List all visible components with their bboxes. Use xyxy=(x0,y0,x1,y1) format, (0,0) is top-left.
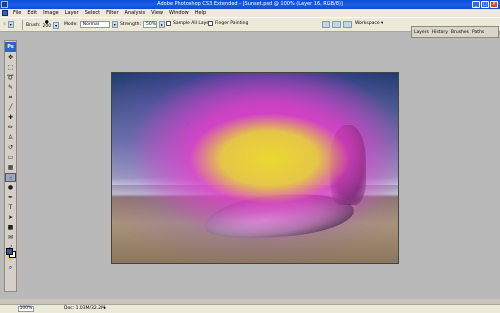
zoom-tool-icon[interactable]: ⌕ xyxy=(5,263,16,272)
document-size: Doc: 1.03M/32.2M xyxy=(64,306,105,311)
toolbox: Ps ✥ ⬚ ➰ ✎ ⌗ ╱ ✚ ✏ ♙ ↺ ▭ ▦ ☝ ● ✒ T ➤ ■ ✉… xyxy=(4,40,17,292)
close-button[interactable]: × xyxy=(490,1,498,8)
move-tool-icon[interactable]: ✥ xyxy=(5,53,16,62)
history-brush-tool-icon[interactable]: ↺ xyxy=(5,143,16,152)
menu-analysis[interactable]: Analysis xyxy=(125,9,146,17)
marquee-tool-icon[interactable]: ⬚ xyxy=(5,63,16,72)
healing-tool-icon[interactable]: ✚ xyxy=(5,113,16,122)
mode-select[interactable]: Normal xyxy=(79,21,110,28)
smudge-tool-preset-icon[interactable]: ☝ xyxy=(3,22,6,27)
crop-tool-icon[interactable]: ⌗ xyxy=(5,93,16,102)
dodge-tool-icon[interactable]: ● xyxy=(5,183,16,192)
zoom-level-field[interactable]: 100% xyxy=(18,306,34,312)
sample-all-layers-checkbox[interactable] xyxy=(166,21,171,26)
type-tool-icon[interactable]: T xyxy=(5,203,16,212)
document-canvas[interactable]: ⌄ xyxy=(111,72,399,264)
foreground-color-swatch[interactable] xyxy=(6,248,13,255)
tab-paths[interactable]: Paths xyxy=(472,30,484,35)
minimize-button[interactable]: _ xyxy=(472,1,480,8)
toggle-palettes-icon[interactable] xyxy=(343,21,352,28)
menu-window[interactable]: Window xyxy=(169,9,189,17)
tablet-pressure-icon[interactable] xyxy=(322,21,330,28)
menu-edit[interactable]: Edit xyxy=(27,9,37,17)
tab-layers[interactable]: Layers xyxy=(414,30,429,35)
bird-image: ⌄ xyxy=(186,121,191,127)
window-title: Adobe Photoshop CS3 Extended - [Sunset.p… xyxy=(157,1,343,7)
menu-view[interactable]: View xyxy=(151,9,163,17)
maximize-button[interactable]: □ xyxy=(481,1,489,8)
workspace-menu[interactable]: Workspace ▾ xyxy=(355,21,383,26)
panel-well: Layers History Brushes Paths xyxy=(411,26,499,38)
strength-label: Strength: xyxy=(120,22,141,27)
brush-picker-dropdown[interactable]: ▾ xyxy=(53,21,60,29)
stamp-tool-icon[interactable]: ♙ xyxy=(5,133,16,142)
tab-brushes[interactable]: Brushes xyxy=(451,30,469,35)
menu-bar: File Edit Image Layer Select Filter Anal… xyxy=(0,9,500,17)
strength-slider-arrow[interactable]: ▸ xyxy=(158,21,165,28)
lasso-tool-icon[interactable]: ➰ xyxy=(5,73,16,82)
menu-file[interactable]: File xyxy=(13,9,21,17)
slice-tool-icon[interactable]: ╱ xyxy=(5,103,16,112)
menu-help[interactable]: Help xyxy=(195,9,206,17)
menu-layer[interactable]: Layer xyxy=(65,9,79,17)
mode-label: Mode: xyxy=(64,22,78,27)
shape-tool-icon[interactable]: ■ xyxy=(5,223,16,232)
chevron-down-icon[interactable]: ▾ xyxy=(7,21,14,28)
path-select-tool-icon[interactable]: ➤ xyxy=(5,213,16,222)
quick-select-tool-icon[interactable]: ✎ xyxy=(5,83,16,92)
brush-tool-icon[interactable]: ✏ xyxy=(5,123,16,132)
separator xyxy=(22,20,23,30)
menu-filter[interactable]: Filter xyxy=(106,9,118,17)
status-menu-arrow-icon[interactable]: ▸ xyxy=(104,305,106,313)
toolbox-ps-logo: Ps xyxy=(5,42,16,52)
menu-image[interactable]: Image xyxy=(43,9,59,17)
tab-history[interactable]: History xyxy=(432,30,448,35)
ps-logo-icon xyxy=(2,10,8,16)
finger-painting-checkbox[interactable] xyxy=(208,21,213,26)
notes-tool-icon[interactable]: ✉ xyxy=(5,233,16,242)
bridge-icon[interactable] xyxy=(332,21,341,28)
strength-input[interactable]: 50% xyxy=(142,21,157,28)
menu-select[interactable]: Select xyxy=(85,9,100,17)
brush-size: 200 xyxy=(42,24,52,29)
title-bar: Adobe Photoshop CS3 Extended - [Sunset.p… xyxy=(0,0,500,9)
finger-painting-label: Finger Painting xyxy=(215,21,249,26)
seated-person-image xyxy=(330,125,366,205)
smudge-tool-icon[interactable]: ☝ xyxy=(5,173,16,182)
brush-label: Brush: xyxy=(26,22,41,28)
mode-dropdown-arrow[interactable]: ▾ xyxy=(111,21,118,28)
eraser-tool-icon[interactable]: ▭ xyxy=(5,153,16,162)
pen-tool-icon[interactable]: ✒ xyxy=(5,193,16,202)
status-bar: 100% Doc: 1.03M/32.2M ▸ xyxy=(0,304,500,313)
gradient-tool-icon[interactable]: ▦ xyxy=(5,163,16,172)
